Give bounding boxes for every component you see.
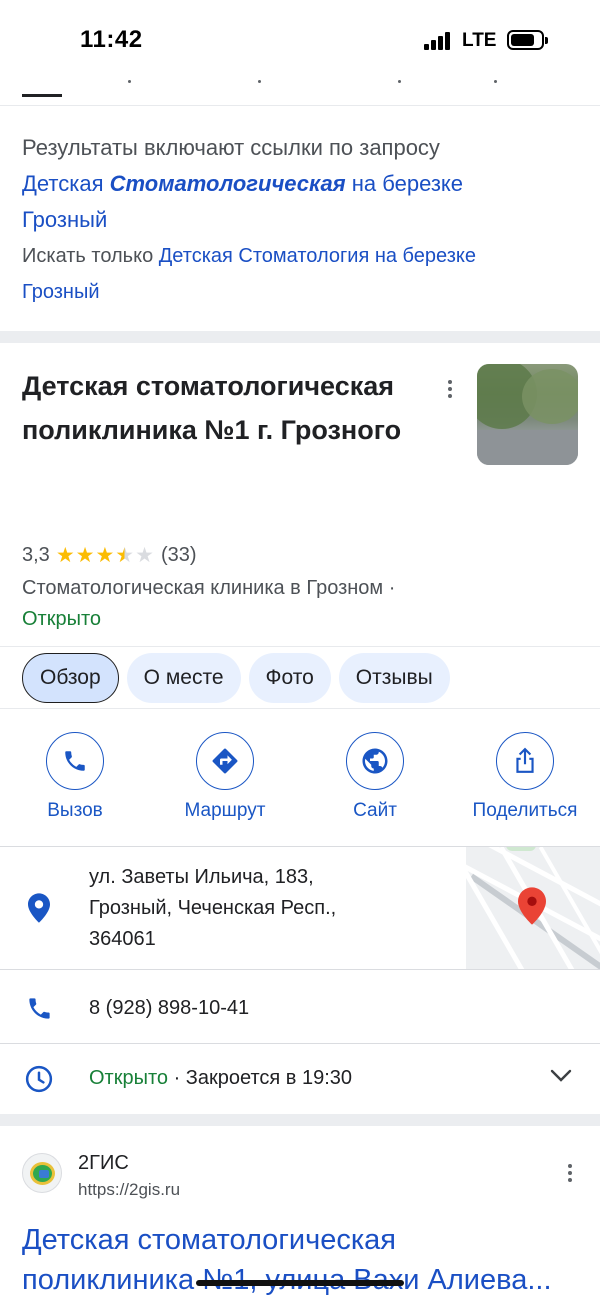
home-indicator xyxy=(196,1280,404,1286)
result-title-link[interactable]: Детская стоматологическая поликлиника №1… xyxy=(22,1220,582,1300)
star-icon: ★ xyxy=(55,543,75,567)
site-favicon xyxy=(22,1153,62,1193)
tab-about[interactable]: О месте xyxy=(126,653,241,703)
clock-icon xyxy=(24,1064,54,1099)
more-options-icon[interactable] xyxy=(442,378,458,402)
original-query-link-cont[interactable]: Грозный xyxy=(22,207,107,232)
map-thumbnail[interactable] xyxy=(466,847,600,969)
battery-icon xyxy=(507,30,548,50)
original-query-link[interactable]: Детская Стоматологическая на березке xyxy=(22,166,582,202)
spelling-notice: Результаты включают ссылки по запросу Де… xyxy=(22,130,582,310)
star-icon: ★ xyxy=(95,543,115,567)
hours-open-status: Открыто xyxy=(89,1067,169,1089)
active-underline xyxy=(22,94,62,97)
rating-row[interactable]: 3,3 ★ ★ ★ ★ ★ (33) xyxy=(22,544,197,567)
open-status: Открыто xyxy=(22,608,102,630)
signal-icon xyxy=(424,32,454,50)
route-button[interactable]: Маршрут xyxy=(150,732,300,822)
call-button[interactable]: Вызов xyxy=(0,732,150,822)
star-half-icon: ★ xyxy=(115,543,135,567)
star-rating: ★ ★ ★ ★ ★ xyxy=(55,543,155,567)
location-pin-icon xyxy=(28,893,50,928)
website-label: Сайт xyxy=(353,800,397,821)
results-include-text: Результаты включают ссылки по запросу xyxy=(22,135,440,160)
network-type: LTE xyxy=(462,30,497,51)
place-tabs: Обзор О месте Фото Отзывы xyxy=(22,653,450,703)
hours-close-time: · Закроется в 19:30 xyxy=(173,1067,353,1089)
address[interactable]: ул. Заветы Ильича, 183, Грозный, Чеченск… xyxy=(89,862,449,955)
search-only-link-cont[interactable]: Грозный xyxy=(22,281,100,303)
phone-icon xyxy=(65,751,85,771)
rating-value: 3,3 xyxy=(22,544,50,566)
section-divider xyxy=(0,331,600,343)
place-title[interactable]: Детская стоматологическая поликлиника №1… xyxy=(22,364,422,452)
more-options-icon[interactable] xyxy=(562,1162,578,1186)
call-label: Вызов xyxy=(47,800,103,821)
globe-icon xyxy=(362,748,388,774)
share-label: Поделиться xyxy=(472,800,578,821)
section-divider xyxy=(0,1114,600,1126)
place-photo[interactable] xyxy=(477,364,578,465)
map-pin-icon xyxy=(518,887,546,930)
tab-reviews[interactable]: Отзывы xyxy=(338,653,450,703)
chevron-down-icon[interactable] xyxy=(550,1069,572,1088)
result-site-name[interactable]: 2ГИС xyxy=(78,1152,129,1175)
star-empty-icon: ★ xyxy=(135,543,154,567)
phone-icon xyxy=(26,995,53,1027)
tab-photos[interactable]: Фото xyxy=(248,653,331,703)
truncated-row xyxy=(0,80,600,106)
result-url[interactable]: https://2gis.ru xyxy=(78,1180,180,1200)
route-label: Маршрут xyxy=(184,800,266,821)
place-category: Стоматологическая клиника в Грозном · xyxy=(22,577,396,599)
status-time: 11:42 xyxy=(80,26,143,53)
search-only-link[interactable]: Детская Стоматология на березке xyxy=(159,245,476,267)
reviews-count: (33) xyxy=(160,544,197,566)
search-only-label: Искать только xyxy=(22,245,154,267)
share-icon xyxy=(516,747,534,773)
tab-overview[interactable]: Обзор xyxy=(22,653,119,703)
status-bar: 11:42 LTE xyxy=(0,0,600,80)
directions-icon xyxy=(212,748,238,774)
star-icon: ★ xyxy=(75,543,95,567)
website-button[interactable]: Сайт xyxy=(300,732,450,822)
share-button[interactable]: Поделиться xyxy=(450,732,600,822)
hours[interactable]: Открыто · Закроется в 19:30 xyxy=(89,1067,352,1090)
phone-number[interactable]: 8 (928) 898-10-41 xyxy=(89,997,249,1020)
